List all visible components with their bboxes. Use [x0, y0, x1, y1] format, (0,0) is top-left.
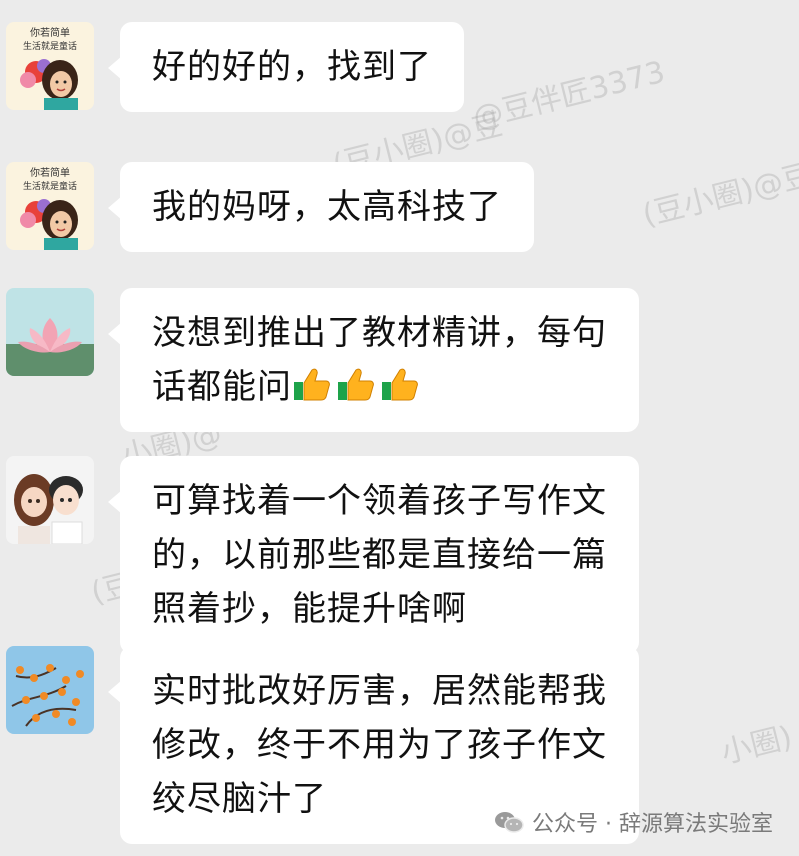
thumbs-up-icon [338, 368, 374, 401]
wechat-icon [495, 812, 524, 833]
girl-reading-avatar-icon: 你若简单 生活就是童话 [6, 162, 94, 250]
message-text: 没想到推出了教材精讲，每句 [152, 313, 607, 353]
message-text: 修改，终于不用为了孩子作文 [152, 725, 607, 765]
footer-text: 公众号 · 辞源算法实验室 [532, 812, 773, 837]
message-bubble[interactable]: 可算找着一个领着孩子写作文 的，以前那些都是直接给一篇 照着抄，能提升啥啊 [108, 456, 639, 654]
thumbs-up-icon [382, 368, 418, 401]
svg-text:你若简单: 你若简单 [30, 26, 70, 39]
lotus-avatar-icon [6, 288, 94, 376]
message-bubble[interactable]: 好的好的，找到了 [108, 22, 464, 112]
footer-attribution: 公众号 · 辞源算法实验室 [494, 806, 773, 838]
svg-text:生活就是童话: 生活就是童话 [23, 40, 77, 52]
watermark: @豆伴匠3373 [469, 54, 669, 137]
avatar[interactable] [6, 456, 94, 544]
message-text: 好的好的，找到了 [152, 47, 432, 87]
message-text-line: 话都能问 [152, 360, 607, 414]
message-text: 照着抄，能提升啥啊 [152, 589, 467, 629]
thumbs-up-icon [294, 368, 330, 401]
watermark: 小圈) [717, 719, 796, 772]
message-bubble[interactable]: 我的妈呀，太高科技了 [108, 162, 534, 252]
persimmon-tree-avatar-icon [6, 646, 94, 734]
message-text: 可算找着一个领着孩子写作文 [152, 481, 607, 521]
message-bubble[interactable]: 没想到推出了教材精讲，每句 话都能问 [108, 288, 639, 432]
svg-text:你若简单: 你若简单 [30, 166, 70, 179]
chat-view: @豆伴匠3373 (豆小圈)@豆 (豆小圈)@豆 小圈)@ (豆小 小圈) 你若… [0, 0, 799, 856]
message-text: 的，以前那些都是直接给一篇 [152, 535, 607, 575]
avatar[interactable]: 你若简单 生活就是童话 [6, 162, 94, 250]
avatar[interactable] [6, 646, 94, 734]
girl-reading-avatar-icon: 你若简单 生活就是童话 [6, 22, 94, 110]
message-text: 话都能问 [152, 367, 292, 407]
message-text: 实时批改好厉害，居然能帮我 [152, 671, 607, 711]
svg-text:生活就是童话: 生活就是童话 [23, 180, 77, 192]
watermark: (豆小圈)@豆 [639, 157, 799, 234]
couple-avatar-icon [6, 456, 94, 544]
message-text: 我的妈呀，太高科技了 [152, 187, 502, 227]
avatar[interactable] [6, 288, 94, 376]
avatar[interactable]: 你若简单 生活就是童话 [6, 22, 94, 110]
